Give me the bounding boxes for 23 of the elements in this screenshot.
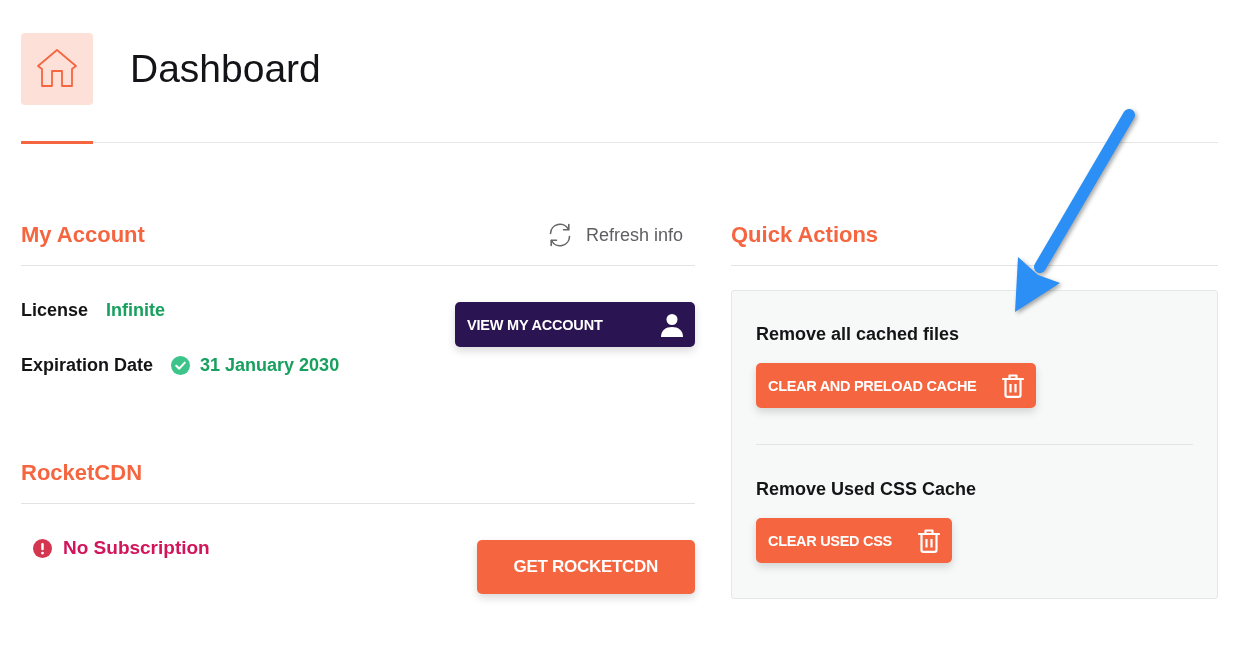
status-text: No Subscription (63, 537, 210, 559)
check-circle-icon (171, 355, 191, 375)
trash-icon (917, 528, 940, 553)
section-heading: RocketCDN (21, 459, 143, 487)
page-title: Dashboard (130, 46, 321, 92)
get-rocketcdn-button[interactable]: GET ROCKETCDN (476, 540, 695, 594)
trash-icon (1002, 373, 1025, 398)
clear-cache-button[interactable]: CLEAR AND PRELOAD CACHE (756, 363, 1037, 408)
refresh-link[interactable]: Refresh info (546, 222, 683, 248)
field-value: Infinite (106, 299, 166, 321)
field-label: License (21, 299, 89, 321)
field-label: Expiration Date (21, 354, 154, 376)
action-label: Remove Used CSS Cache (756, 478, 977, 501)
section-heading: My Account (21, 221, 145, 249)
home-icon (21, 33, 93, 105)
field-value: 31 January 2030 (200, 354, 340, 376)
active-indicator (21, 141, 93, 144)
section-heading: Quick Actions (731, 221, 879, 249)
view-account-button[interactable]: VIEW MY ACCOUNT (455, 302, 695, 347)
user-icon (660, 312, 684, 337)
action-label: Remove all cached files (756, 323, 960, 346)
clear-cache-button[interactable]: CLEAR USED CSS (756, 518, 952, 563)
alert-icon (33, 538, 52, 558)
